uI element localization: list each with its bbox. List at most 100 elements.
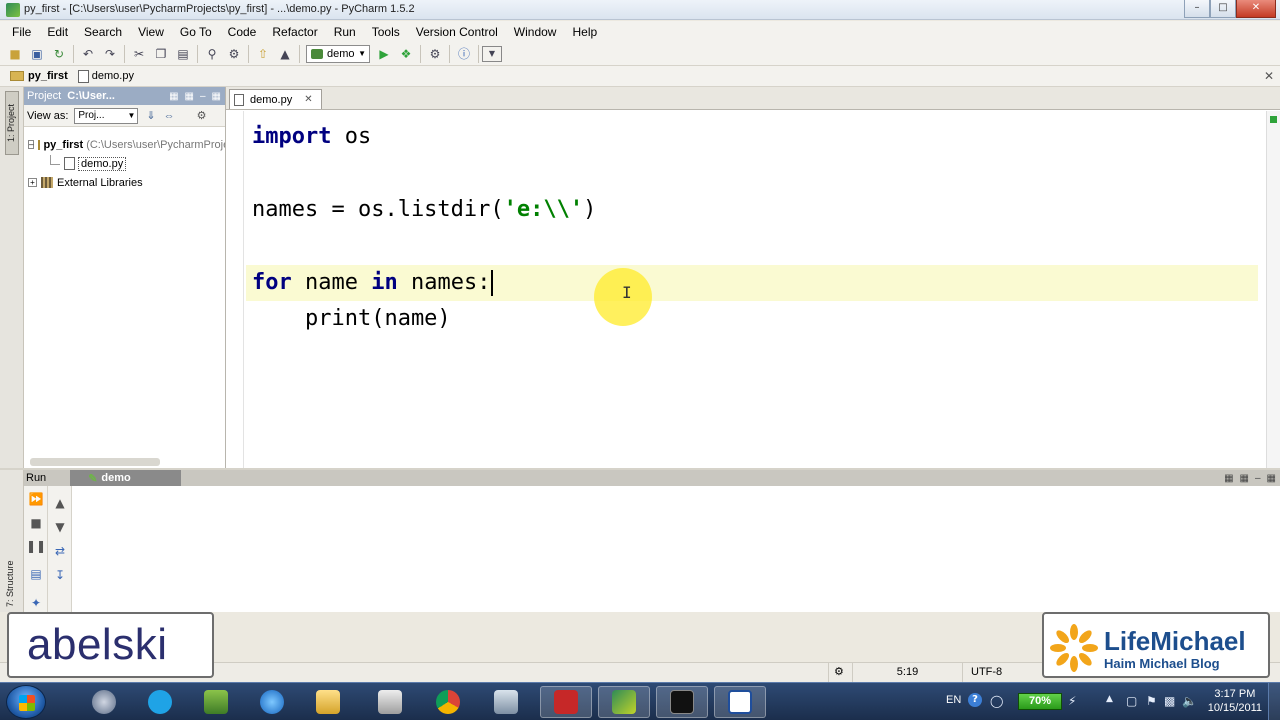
tree-item-external-libraries[interactable]: + External Libraries	[24, 173, 225, 192]
menu-view[interactable]: View	[130, 25, 172, 39]
file-encoding[interactable]: UTF-8	[962, 663, 1042, 682]
taskbar-app-cmd[interactable]	[656, 686, 708, 718]
close-button[interactable]: ✕	[1236, 0, 1276, 18]
paste-icon[interactable]: ▤	[172, 44, 194, 64]
gear-icon[interactable]: ⚙	[197, 109, 207, 122]
close-icon[interactable]: ✕	[1264, 69, 1274, 83]
run-icon[interactable]: ▶	[373, 44, 395, 64]
copy-icon[interactable]: ❐	[150, 44, 172, 64]
menu-version-control[interactable]: Version Control	[408, 25, 506, 39]
help-icon[interactable]: ?	[968, 693, 982, 707]
clock[interactable]: 3:17 PM 10/15/2011	[1208, 687, 1262, 715]
pin-tab-icon[interactable]: ✦	[27, 594, 45, 612]
scroll-to-end-icon[interactable]: ↧	[51, 566, 69, 584]
save-icon[interactable]: ▣	[26, 44, 48, 64]
taskbar-app-explorer[interactable]	[302, 686, 354, 718]
volume-icon[interactable]: 🔈	[1182, 694, 1197, 708]
language-indicator[interactable]: EN	[946, 694, 961, 706]
hide-icon[interactable]: –	[1255, 473, 1261, 484]
network-tray-icon[interactable]: ▢	[1126, 694, 1137, 708]
replace-icon[interactable]: ⚙	[223, 44, 245, 64]
stop-icon[interactable]: ■	[27, 514, 45, 532]
menu-search[interactable]: Search	[76, 25, 130, 39]
up-arrow-icon[interactable]: ▲	[51, 494, 69, 512]
menu-refactor[interactable]: Refactor	[264, 25, 325, 39]
run-console-output[interactable]	[72, 486, 1280, 612]
taskbar-app-acrobat[interactable]	[540, 686, 592, 718]
tab-demo-py[interactable]: demo.py ✕	[229, 89, 322, 109]
float-icon[interactable]: ▦	[1267, 473, 1276, 484]
gear-icon[interactable]: ▦	[1224, 473, 1233, 484]
pin-icon[interactable]: ▦	[1240, 473, 1249, 484]
run-config-select[interactable]: demo ▼	[306, 44, 370, 63]
scroll-from-source-icon[interactable]: ⇓	[146, 109, 155, 122]
menu-help[interactable]: Help	[564, 25, 605, 39]
debug-icon[interactable]: ❖	[395, 44, 417, 64]
horizontal-scrollbar[interactable]	[30, 458, 160, 466]
expand-toggle-icon[interactable]: +	[28, 178, 37, 187]
tool-tab-project[interactable]: 1: Project	[5, 91, 19, 155]
collapse-all-icon[interactable]: ⇔	[164, 110, 175, 122]
taskbar-app-app1[interactable]	[78, 686, 130, 718]
help-icon[interactable]: ⓘ	[453, 44, 475, 64]
float-icon[interactable]: ▦	[212, 91, 221, 102]
menu-tools[interactable]: Tools	[364, 25, 408, 39]
tray-app-icon[interactable]: ◯	[990, 694, 1003, 708]
soft-wrap-icon[interactable]: ⇄	[51, 542, 69, 560]
dropdown-icon[interactable]: ▼	[482, 45, 502, 62]
taskbar-app-app8[interactable]	[480, 686, 532, 718]
show-desktop-button[interactable]	[1268, 683, 1280, 720]
taskbar-app-skype[interactable]	[134, 686, 186, 718]
cut-icon[interactable]: ✂	[128, 44, 150, 64]
pin-icon[interactable]: ▦	[185, 91, 194, 102]
status-gear-icon[interactable]: ⚙	[828, 663, 852, 682]
back-icon[interactable]: ⇧	[252, 44, 274, 64]
menu-run[interactable]: Run	[326, 25, 364, 39]
collapse-toggle-icon[interactable]: –	[28, 140, 35, 149]
settings-icon[interactable]: ⚙	[424, 44, 446, 64]
breadcrumb-project[interactable]: py_first	[10, 70, 68, 82]
caret-position[interactable]: 5:19	[852, 663, 962, 682]
battery-indicator[interactable]: 70%	[1018, 693, 1062, 710]
menu-file[interactable]: File	[4, 25, 39, 39]
maximize-button[interactable]: □	[1210, 0, 1236, 18]
menu-edit[interactable]: Edit	[39, 25, 76, 39]
menu-go-to[interactable]: Go To	[172, 25, 220, 39]
rerun-icon[interactable]: ⏩	[27, 490, 45, 508]
error-stripe[interactable]	[1266, 111, 1280, 468]
taskbar-app-ie[interactable]	[246, 686, 298, 718]
find-icon[interactable]: ⚲	[201, 44, 223, 64]
sync-icon[interactable]: ↻	[48, 44, 70, 64]
undo-icon[interactable]: ↶	[77, 44, 99, 64]
dump-threads-icon[interactable]: ▤	[27, 565, 45, 583]
menu-code[interactable]: Code	[220, 25, 265, 39]
view-as-select[interactable]: Proj... ▼	[74, 107, 139, 124]
taskbar-app-app12[interactable]	[714, 686, 766, 718]
run-tab-demo[interactable]: ✎ demo	[70, 470, 181, 486]
hide-icon[interactable]: –	[200, 91, 206, 102]
code-editor[interactable]: import os names = os.listdir('e:\\') for…	[246, 111, 1258, 468]
start-button[interactable]	[6, 685, 46, 719]
taskbar-app-chrome[interactable]	[422, 686, 474, 718]
collapse-icon[interactable]: ▦	[169, 91, 178, 102]
tool-tab-structure[interactable]: 7: Structure	[5, 557, 19, 611]
pause-icon[interactable]: ❚❚	[26, 537, 46, 555]
tree-item-demo[interactable]: demo.py	[24, 154, 225, 173]
editor-gutter[interactable]	[226, 111, 244, 468]
window-titlebar[interactable]: py_first - [C:\Users\user\PycharmProject…	[0, 0, 1280, 20]
taskbar-app-app3[interactable]	[190, 686, 242, 718]
show-hidden-icons-icon[interactable]: ▲	[1106, 694, 1113, 704]
close-tab-icon[interactable]: ✕	[304, 94, 312, 105]
minimize-button[interactable]: –	[1184, 0, 1210, 18]
taskbar-app-odf[interactable]	[364, 686, 416, 718]
network-icon[interactable]: ▩	[1164, 694, 1175, 708]
menu-window[interactable]: Window	[506, 25, 565, 39]
redo-icon[interactable]: ↷	[99, 44, 121, 64]
down-arrow-icon[interactable]: ▼	[51, 518, 69, 536]
taskbar-app-pycharm[interactable]	[598, 686, 650, 718]
flag-tray-icon[interactable]: ⚑	[1146, 694, 1157, 708]
tree-item-root[interactable]: – py_first (C:\Users\user\PycharmProject…	[24, 135, 225, 154]
open-icon[interactable]: ■	[4, 44, 26, 64]
build-icon[interactable]: ▲	[274, 44, 296, 64]
breadcrumb-file[interactable]: demo.py	[77, 69, 134, 83]
